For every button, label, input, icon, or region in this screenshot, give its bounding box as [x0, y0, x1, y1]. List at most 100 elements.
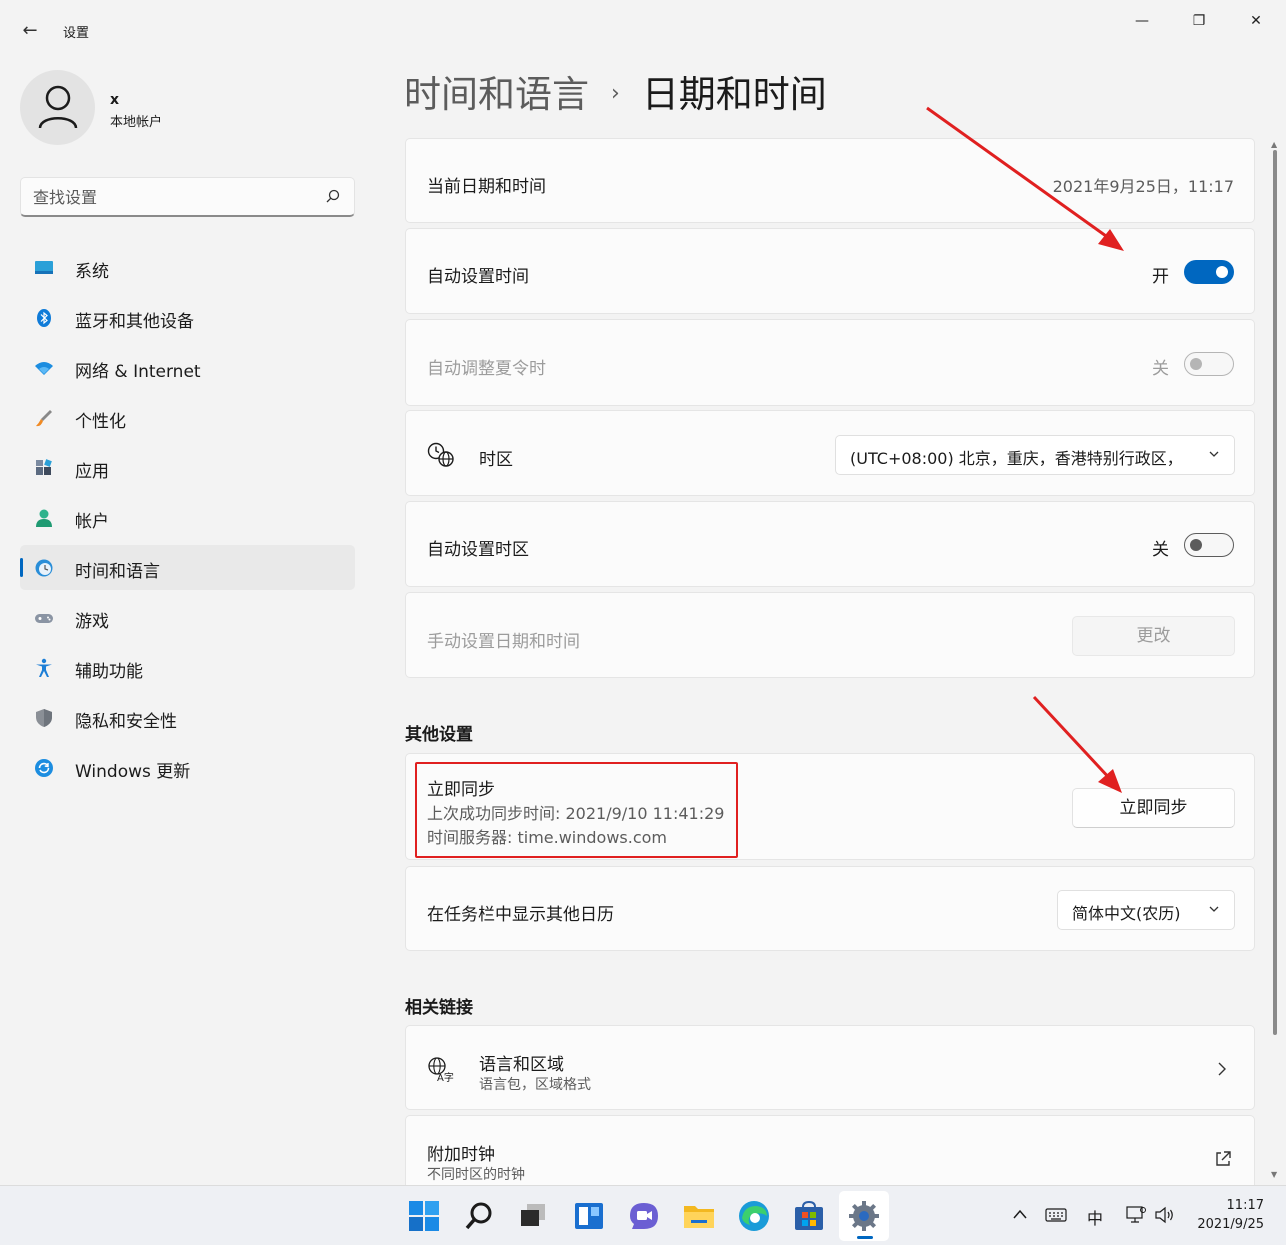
person-icon: [38, 85, 78, 129]
current-datetime-label: 当前日期和时间: [427, 177, 546, 197]
sidebar-item-label: 个性化: [75, 412, 126, 432]
additional-clocks-subtitle: 不同时区的时钟: [427, 1167, 525, 1183]
widgets-icon[interactable]: [571, 1198, 607, 1234]
brush-icon: [36, 410, 52, 427]
sidebar-item-windows-update[interactable]: Windows 更新: [20, 745, 355, 790]
sidebar-item-personalization[interactable]: 个性化: [20, 395, 355, 440]
auto-time-card: 自动设置时间 开: [405, 228, 1255, 314]
account-type: 本地帐户: [110, 115, 163, 130]
language-region-title: 语言和区域: [479, 1055, 564, 1075]
avatar[interactable]: [20, 70, 95, 145]
auto-dst-label: 自动调整夏令时: [427, 359, 546, 379]
timezone-card: 时区 (UTC+08:00) 北京，重庆，香港特别行政区，: [405, 410, 1255, 496]
task-view-icon[interactable]: [516, 1198, 552, 1234]
sidebar-item-network[interactable]: 网络 & Internet: [20, 345, 355, 390]
scrollbar-thumb[interactable]: [1273, 150, 1277, 1035]
title-bar: ← 设置 — ❐ ✕: [0, 0, 1286, 60]
user-name: x: [110, 92, 120, 108]
breadcrumb-parent[interactable]: 时间和语言: [404, 73, 589, 116]
monitor-icon: [35, 261, 53, 274]
annotation-highlight-box: [415, 762, 738, 858]
keyboard-icon[interactable]: [1045, 1207, 1067, 1223]
sidebar-item-label: 蓝牙和其他设备: [75, 312, 194, 332]
chevron-down-icon: [1209, 906, 1219, 912]
search-box[interactable]: [20, 177, 355, 217]
sync-now-button[interactable]: 立即同步: [1072, 788, 1235, 828]
wifi-icon: [35, 362, 53, 375]
auto-timezone-toggle[interactable]: [1184, 533, 1234, 557]
search-icon[interactable]: [326, 189, 340, 203]
auto-time-toggle[interactable]: [1184, 260, 1234, 284]
current-datetime-value: 2021年9月25日，11:17: [1052, 177, 1234, 196]
page-title: 日期和时间: [641, 73, 827, 116]
sidebar-item-apps[interactable]: 应用: [20, 445, 355, 490]
taskbar-date: 2021/9/25: [1197, 1217, 1264, 1232]
sidebar-item-bluetooth[interactable]: 蓝牙和其他设备: [20, 295, 355, 340]
edge-icon[interactable]: [736, 1198, 772, 1234]
manual-datetime-card: 手动设置日期和时间 更改: [405, 592, 1255, 678]
sidebar-item-accessibility[interactable]: 辅助功能: [20, 645, 355, 690]
chevron-right-icon: [1218, 1062, 1226, 1076]
sidebar-item-label: 网络 & Internet: [75, 362, 201, 382]
related-links-heading: 相关链接: [405, 998, 473, 1018]
sidebar-item-label: 辅助功能: [75, 662, 143, 682]
scrollbar[interactable]: ▲ ▼: [1270, 140, 1280, 1185]
scroll-up-arrow[interactable]: ▲: [1271, 140, 1277, 149]
additional-clocks-title: 附加时钟: [427, 1145, 495, 1165]
settings-gear-icon: [849, 1201, 879, 1231]
maximize-button[interactable]: ❐: [1176, 8, 1222, 34]
chevron-up-icon[interactable]: [1012, 1208, 1028, 1220]
store-icon[interactable]: [791, 1198, 827, 1234]
apps-icon: [36, 459, 52, 475]
manual-datetime-label: 手动设置日期和时间: [427, 632, 580, 652]
sidebar-item-label: 系统: [75, 262, 109, 282]
close-button[interactable]: ✕: [1233, 8, 1279, 34]
language-region-link[interactable]: A字 语言和区域 语言包，区域格式: [405, 1025, 1255, 1110]
auto-dst-toggle[interactable]: [1184, 352, 1234, 376]
taskbar-clock[interactable]: 11:17 2021/9/25: [1197, 1196, 1264, 1234]
auto-time-state: 开: [1152, 267, 1169, 287]
bluetooth-icon: [37, 309, 51, 327]
shield-icon: [36, 709, 52, 727]
person-icon: [36, 509, 52, 527]
auto-timezone-card: 自动设置时区 关: [405, 501, 1255, 587]
taskbar-time: 11:17: [1226, 1198, 1264, 1213]
network-icon[interactable]: [1125, 1205, 1147, 1225]
minimize-button[interactable]: —: [1119, 8, 1165, 34]
auto-dst-state: 关: [1152, 359, 1169, 379]
language-icon: A字: [428, 1057, 454, 1082]
search-input[interactable]: [33, 186, 313, 208]
search-icon[interactable]: [462, 1198, 498, 1234]
auto-timezone-state: 关: [1152, 540, 1169, 560]
sidebar-item-label: 帐户: [75, 512, 109, 532]
sidebar-item-label: 应用: [75, 462, 109, 482]
start-icon[interactable]: [406, 1198, 442, 1234]
update-icon: [35, 759, 53, 777]
auto-timezone-label: 自动设置时区: [427, 540, 529, 560]
calendar-dropdown[interactable]: 简体中文(农历): [1057, 890, 1235, 930]
other-settings-heading: 其他设置: [405, 725, 473, 745]
timezone-dropdown[interactable]: (UTC+08:00) 北京，重庆，香港特别行政区，: [835, 435, 1235, 475]
scroll-down-arrow[interactable]: ▼: [1271, 1170, 1277, 1179]
taskbar-settings-button[interactable]: [839, 1191, 889, 1241]
language-region-subtitle: 语言包，区域格式: [479, 1077, 591, 1093]
volume-icon[interactable]: [1154, 1206, 1176, 1224]
back-button[interactable]: ←: [14, 18, 46, 44]
gamepad-icon: [35, 614, 53, 623]
sidebar-item-time-language[interactable]: 时间和语言: [20, 545, 355, 590]
chevron-down-icon: [1209, 451, 1219, 457]
auto-dst-card: 自动调整夏令时 关: [405, 319, 1255, 406]
change-datetime-button[interactable]: 更改: [1072, 616, 1235, 656]
file-explorer-icon[interactable]: [681, 1198, 717, 1234]
auto-time-label: 自动设置时间: [427, 267, 529, 287]
ime-indicator[interactable]: 中: [1087, 1205, 1103, 1229]
globe-clock-icon: [427, 442, 454, 467]
accessibility-icon: [36, 658, 52, 677]
chat-icon[interactable]: [626, 1198, 662, 1234]
svg-text:A字: A字: [437, 1071, 454, 1082]
sidebar-item-accounts[interactable]: 帐户: [20, 495, 355, 540]
sidebar-item-system[interactable]: 系统: [20, 245, 355, 290]
calendar-label: 在任务栏中显示其他日历: [427, 905, 614, 925]
sidebar-item-privacy[interactable]: 隐私和安全性: [20, 695, 355, 740]
sidebar-item-gaming[interactable]: 游戏: [20, 595, 355, 640]
